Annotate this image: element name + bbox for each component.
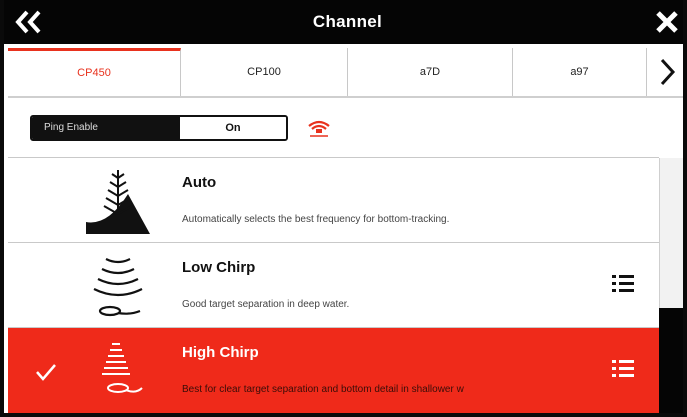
ping-enable-toggle[interactable]: Ping Enable On <box>30 115 288 141</box>
channel-name: Low Chirp <box>182 259 256 276</box>
channel-item-low-chirp[interactable]: Low Chirp Good target separation in deep… <box>8 243 659 327</box>
channel-description: Good target separation in deep water. <box>182 299 350 310</box>
dialog-title: Channel <box>312 12 383 31</box>
channel-dialog: Channel CP450 CP100 a7D a97 Ping Enable … <box>0 0 687 417</box>
ping-enable-value[interactable]: On <box>180 117 286 139</box>
tab-a7d[interactable]: a7D <box>348 48 513 96</box>
close-icon[interactable] <box>653 8 681 36</box>
title-bar: Channel <box>4 0 683 44</box>
tab-cp450[interactable]: CP450 <box>8 48 181 96</box>
channel-item-auto[interactable]: Auto Automatically selects the best freq… <box>8 158 659 242</box>
low-chirp-icon <box>93 258 143 317</box>
channel-item-high-chirp[interactable]: High Chirp Best for clear target separat… <box>8 328 659 413</box>
list-options-icon[interactable] <box>611 358 635 380</box>
channel-description: Best for clear target separation and bot… <box>182 384 464 395</box>
scrollbar-thumb[interactable] <box>659 308 683 413</box>
high-chirp-icon <box>102 343 143 393</box>
channel-list: Auto Automatically selects the best freq… <box>8 158 659 413</box>
list-options-icon[interactable] <box>611 273 635 295</box>
ping-transducer-icon <box>308 120 330 137</box>
tab-underline <box>8 96 683 98</box>
channel-name: High Chirp <box>182 344 259 361</box>
chevron-right-icon[interactable] <box>647 48 687 96</box>
ping-enable-row: Ping Enable On <box>8 100 683 156</box>
ping-enable-label: Ping Enable <box>32 117 180 139</box>
auto-sonar-icon <box>86 170 150 234</box>
channel-description: Automatically selects the best frequency… <box>182 214 450 225</box>
tab-cp100[interactable]: CP100 <box>181 48 348 96</box>
channel-name: Auto <box>182 174 217 191</box>
checkmark-icon <box>36 364 56 381</box>
tab-a97[interactable]: a97 <box>513 48 647 96</box>
transducer-tabs: CP450 CP100 a7D a97 <box>8 48 687 98</box>
